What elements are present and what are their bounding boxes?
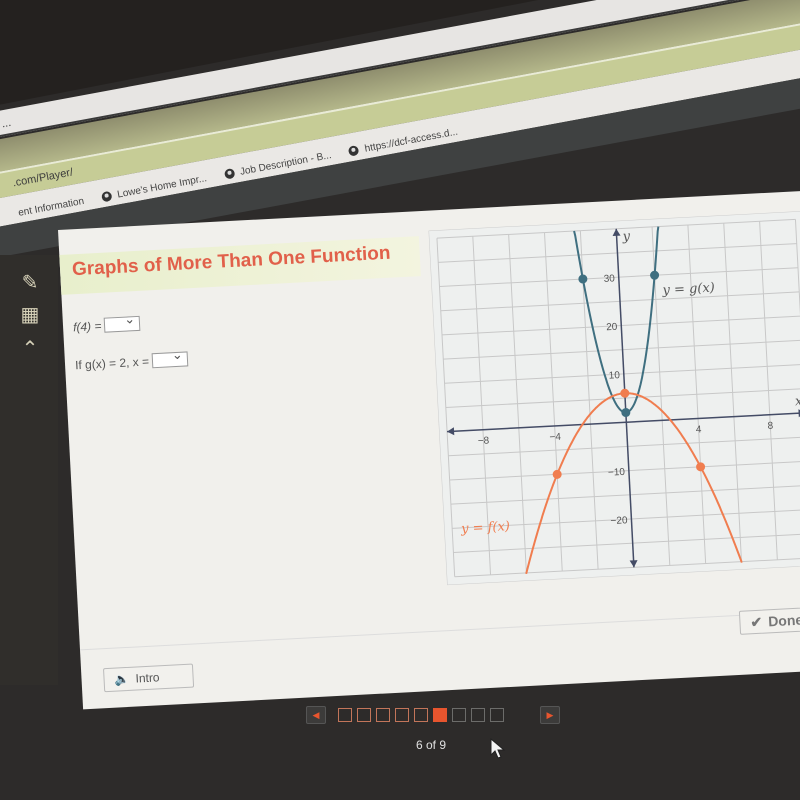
x-tick-label: −8 (478, 435, 490, 447)
previous-page-button[interactable]: ◀ (306, 706, 326, 724)
page-dot-5[interactable] (414, 708, 428, 722)
g-answer-dropdown[interactable] (151, 351, 189, 369)
x-tick-label: 8 (767, 421, 774, 432)
page-dot-1[interactable] (338, 708, 352, 722)
footer-divider (79, 609, 800, 651)
f4-answer-dropdown[interactable] (103, 315, 141, 333)
question-f4-label: f(4) = (72, 318, 102, 334)
x-axis-label: x (795, 394, 800, 409)
series-label-f: y = f(x) (460, 519, 511, 537)
page-dot-9[interactable] (490, 708, 504, 722)
next-page-button[interactable]: ▶ (540, 706, 560, 724)
up-arrow-icon[interactable]: ⌃ (18, 337, 42, 361)
page-counter: 6 of 9 (416, 738, 447, 752)
speaker-icon: 🔈 (114, 671, 130, 687)
page-dot-6[interactable] (433, 708, 447, 722)
intro-label: Intro (135, 670, 160, 686)
question-g-equals-2: If g(x) = 2, x = (75, 351, 189, 372)
page-dot-7[interactable] (452, 708, 466, 722)
y-tick-label: −20 (610, 515, 628, 527)
mouse-cursor-icon (490, 738, 506, 759)
page-navigation: ◀ ▶ 6 of 9 (300, 700, 600, 760)
tool-sidebar: ✎ ▦ ⌃ (0, 255, 58, 685)
series-label-g: y = g(x) (661, 281, 715, 299)
y-tick-label: 20 (606, 322, 618, 334)
y-tick-label: 30 (603, 273, 615, 285)
calculator-icon[interactable]: ▦ (18, 303, 42, 327)
y-axis-label: y (621, 229, 631, 244)
page-dot-4[interactable] (395, 708, 409, 722)
done-label: Done (767, 611, 800, 630)
y-tick-label: −10 (608, 467, 626, 479)
function-graph: x y −8 −4 4 8 −20 −10 10 20 30 y = g(x) y = f(x) (428, 210, 800, 586)
pencil-icon[interactable]: ✎ (18, 271, 42, 295)
checkmark-icon: ✔ (750, 613, 763, 630)
page-dot-3[interactable] (376, 708, 390, 722)
x-tick-label: −4 (549, 432, 561, 444)
photo-stage: ... .com/Player/ ent Information Lowe's … (0, 0, 800, 800)
x-tick-label: 4 (696, 424, 703, 435)
page-dot-2[interactable] (357, 708, 371, 722)
question-g-label: If g(x) = 2, x = (74, 353, 150, 372)
intro-button[interactable]: 🔈 Intro (102, 663, 195, 693)
done-button[interactable]: ✔ Done (738, 605, 800, 635)
y-tick-label: 10 (608, 370, 620, 382)
question-f4: f(4) = (72, 315, 141, 335)
lesson-content: Graphs of More Than One Function f(4) = … (58, 190, 800, 710)
page-indicator (338, 708, 504, 722)
lesson-player: ✎ ▦ ⌃ Graphs of More Than One Function f… (0, 0, 800, 800)
page-dot-8[interactable] (471, 708, 485, 722)
